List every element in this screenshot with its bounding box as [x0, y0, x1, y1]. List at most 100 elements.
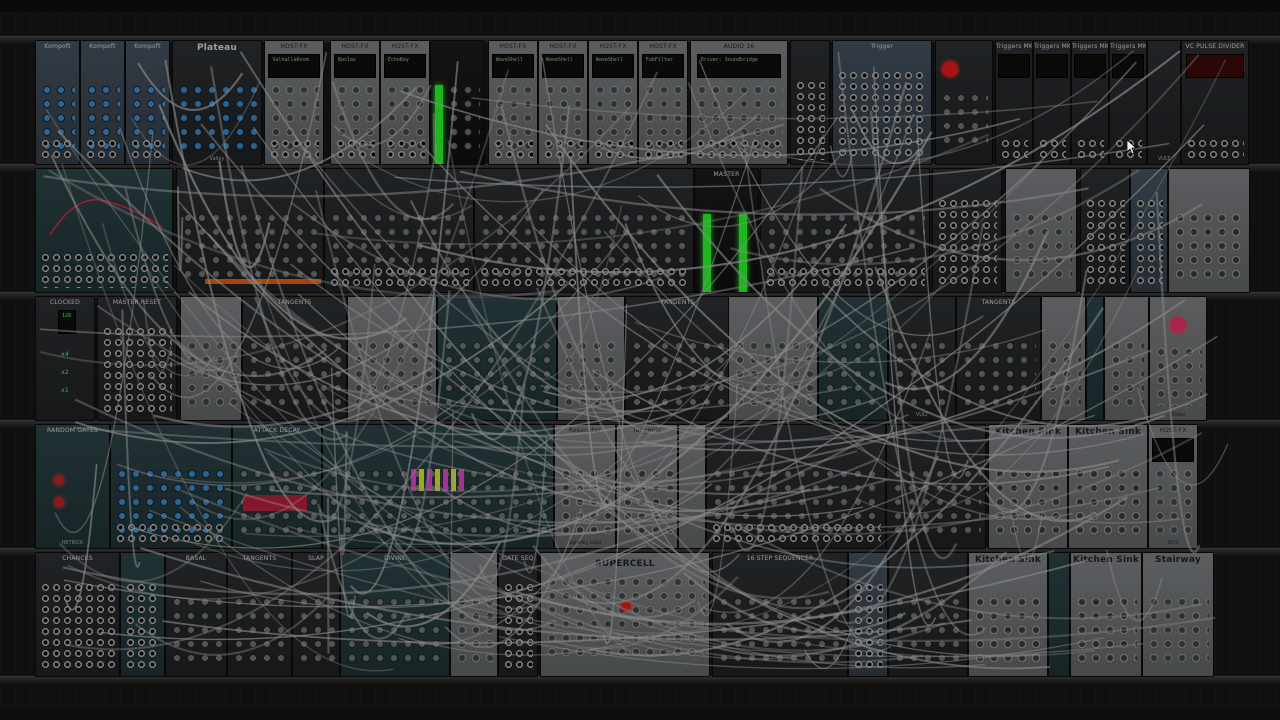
filter-module[interactable]	[818, 296, 888, 421]
knob-grid[interactable]	[545, 575, 705, 662]
host-fx-module[interactable]: HOST-FX WaveShell	[488, 40, 538, 165]
knob-grid[interactable]	[1173, 211, 1245, 278]
jack-grid[interactable]	[853, 582, 883, 672]
knob-grid[interactable]	[177, 83, 257, 150]
jack-grid[interactable]	[1085, 198, 1125, 288]
attack-decay-module[interactable]: ATTACK DECAY	[232, 424, 322, 549]
audio-16-module[interactable]: AUDIO 16 Driver: Soundbridge	[690, 40, 788, 165]
slap-module[interactable]: SLAP	[292, 552, 340, 677]
utility-module[interactable]	[120, 552, 165, 677]
quantizer-module[interactable]	[848, 552, 888, 677]
sequencer-module[interactable]	[110, 424, 232, 549]
jack-row[interactable]	[1000, 138, 1028, 160]
knob-grid[interactable]	[447, 83, 480, 150]
mixer-module[interactable]	[324, 168, 474, 293]
knob-grid[interactable]	[185, 339, 237, 406]
filter-module[interactable]	[437, 296, 557, 421]
knob-grid[interactable]	[1154, 345, 1202, 406]
knob-grid[interactable]	[232, 595, 287, 662]
rack-canvas[interactable]: Kompoft Kompoft Kompoft Plateau Valley H…	[0, 0, 1280, 720]
knob-grid[interactable]	[247, 339, 342, 406]
jack-row[interactable]	[385, 138, 425, 160]
jack-row[interactable]	[765, 266, 925, 288]
utility-module[interactable]	[760, 168, 930, 293]
knob-grid[interactable]	[1153, 467, 1193, 534]
divine-module[interactable]: DIVINE	[340, 552, 450, 677]
mixer-module[interactable]	[474, 168, 694, 293]
knob-grid[interactable]	[1073, 467, 1143, 534]
vult-module[interactable]: VULT	[888, 296, 956, 421]
knob-grid[interactable]	[891, 467, 981, 534]
host-fx-module[interactable]: HOST-FX Baxlay	[330, 40, 380, 165]
jack-row[interactable]	[1186, 138, 1244, 160]
knob-grid[interactable]	[297, 595, 335, 662]
knob-grid[interactable]	[170, 595, 222, 662]
triggers-mkiii-module[interactable]: Triggers MKIII	[1033, 40, 1071, 165]
random-gates-module[interactable]: RANDOM GATES HETRICK	[35, 424, 110, 549]
utility-module[interactable]	[790, 40, 830, 165]
record-module[interactable]	[935, 40, 993, 165]
master-module[interactable]: MASTER	[694, 168, 759, 293]
tangents-module[interactable]: TANGENTS	[242, 296, 347, 421]
bidoo-module[interactable]: Bidoo	[1149, 296, 1207, 421]
sequencer-module[interactable]	[176, 168, 324, 293]
knob-grid[interactable]	[345, 595, 445, 662]
kompoft-module[interactable]: Kompoft	[35, 40, 80, 165]
sequencer-module[interactable]	[706, 424, 886, 549]
freeze-button[interactable]	[621, 601, 631, 611]
knob-grid[interactable]	[893, 339, 951, 406]
kitchen-sink-module[interactable]: Kitchen Sink	[1070, 552, 1142, 677]
host-fx-module[interactable]: HOST-FX FabFilter	[638, 40, 688, 165]
knob-grid[interactable]	[559, 467, 611, 534]
tangents-module[interactable]: TANGENTS	[227, 552, 292, 677]
sequencer-module[interactable]	[322, 424, 554, 549]
knob-grid[interactable]	[621, 467, 673, 534]
jack-grid[interactable]	[795, 80, 825, 160]
knob-grid[interactable]	[823, 339, 883, 406]
knob-grid[interactable]	[717, 595, 843, 662]
level-meter-module[interactable]	[430, 40, 485, 165]
knob-grid[interactable]	[961, 339, 1036, 406]
kitchen-sink-module[interactable]: Kitchen Sink	[988, 424, 1068, 549]
knob-grid[interactable]	[1046, 339, 1081, 406]
jack-row[interactable]	[115, 522, 227, 544]
jack-row[interactable]	[269, 138, 319, 160]
audio-driver-display[interactable]: Driver: Soundbridge	[696, 54, 782, 78]
chances-module[interactable]: CHANCES	[35, 552, 120, 677]
gate-seq-module[interactable]: GATE SEQ	[498, 552, 538, 677]
knob-grid[interactable]	[352, 339, 432, 406]
jack-grid[interactable]	[125, 582, 160, 672]
knob-grid[interactable]	[733, 339, 813, 406]
triggers-mkiii-module[interactable]: Triggers MKIII	[1071, 40, 1109, 165]
jack-grid[interactable]	[1135, 198, 1163, 288]
jack-row[interactable]	[40, 138, 75, 160]
jack-grid[interactable]	[102, 326, 172, 416]
utility-module[interactable]	[886, 424, 986, 549]
host-fx-module[interactable]: HOST-FX ValhallaRoom	[264, 40, 324, 165]
kitchen-sink-module[interactable]: Kitchen Sink	[1068, 424, 1148, 549]
fader-module[interactable]	[557, 296, 625, 421]
jack-row[interactable]	[643, 138, 683, 160]
record-button[interactable]	[942, 61, 958, 77]
knob-grid[interactable]	[562, 339, 620, 406]
knob-grid[interactable]	[1109, 339, 1144, 406]
fader-module[interactable]	[347, 296, 437, 421]
master-reset-module[interactable]: MASTER RESET	[97, 296, 177, 421]
fader-module[interactable]	[450, 552, 498, 677]
resonator-module[interactable]: Resonator Squinky Labs	[554, 424, 616, 549]
knob-grid[interactable]	[993, 467, 1063, 534]
trigger-button[interactable]	[1170, 317, 1186, 333]
mixer-module[interactable]	[1168, 168, 1250, 293]
host-fx-module[interactable]: HOST-FX EchoBoy	[380, 40, 430, 165]
bpm-display[interactable]: 128	[58, 310, 77, 334]
channels-module[interactable]	[932, 168, 1002, 293]
jack-row[interactable]	[543, 138, 583, 160]
jack-grid[interactable]	[40, 252, 168, 288]
jack-row[interactable]	[1076, 138, 1104, 160]
jack-grid[interactable]	[503, 582, 533, 672]
host-fx-module[interactable]: HOST-FX WaveShell	[538, 40, 588, 165]
jack-row[interactable]	[335, 138, 375, 160]
host-fx-module[interactable]: HOST-FX WaveShell	[588, 40, 638, 165]
trigger-module[interactable]: Trigger	[832, 40, 932, 165]
fader-module[interactable]	[1104, 296, 1149, 421]
